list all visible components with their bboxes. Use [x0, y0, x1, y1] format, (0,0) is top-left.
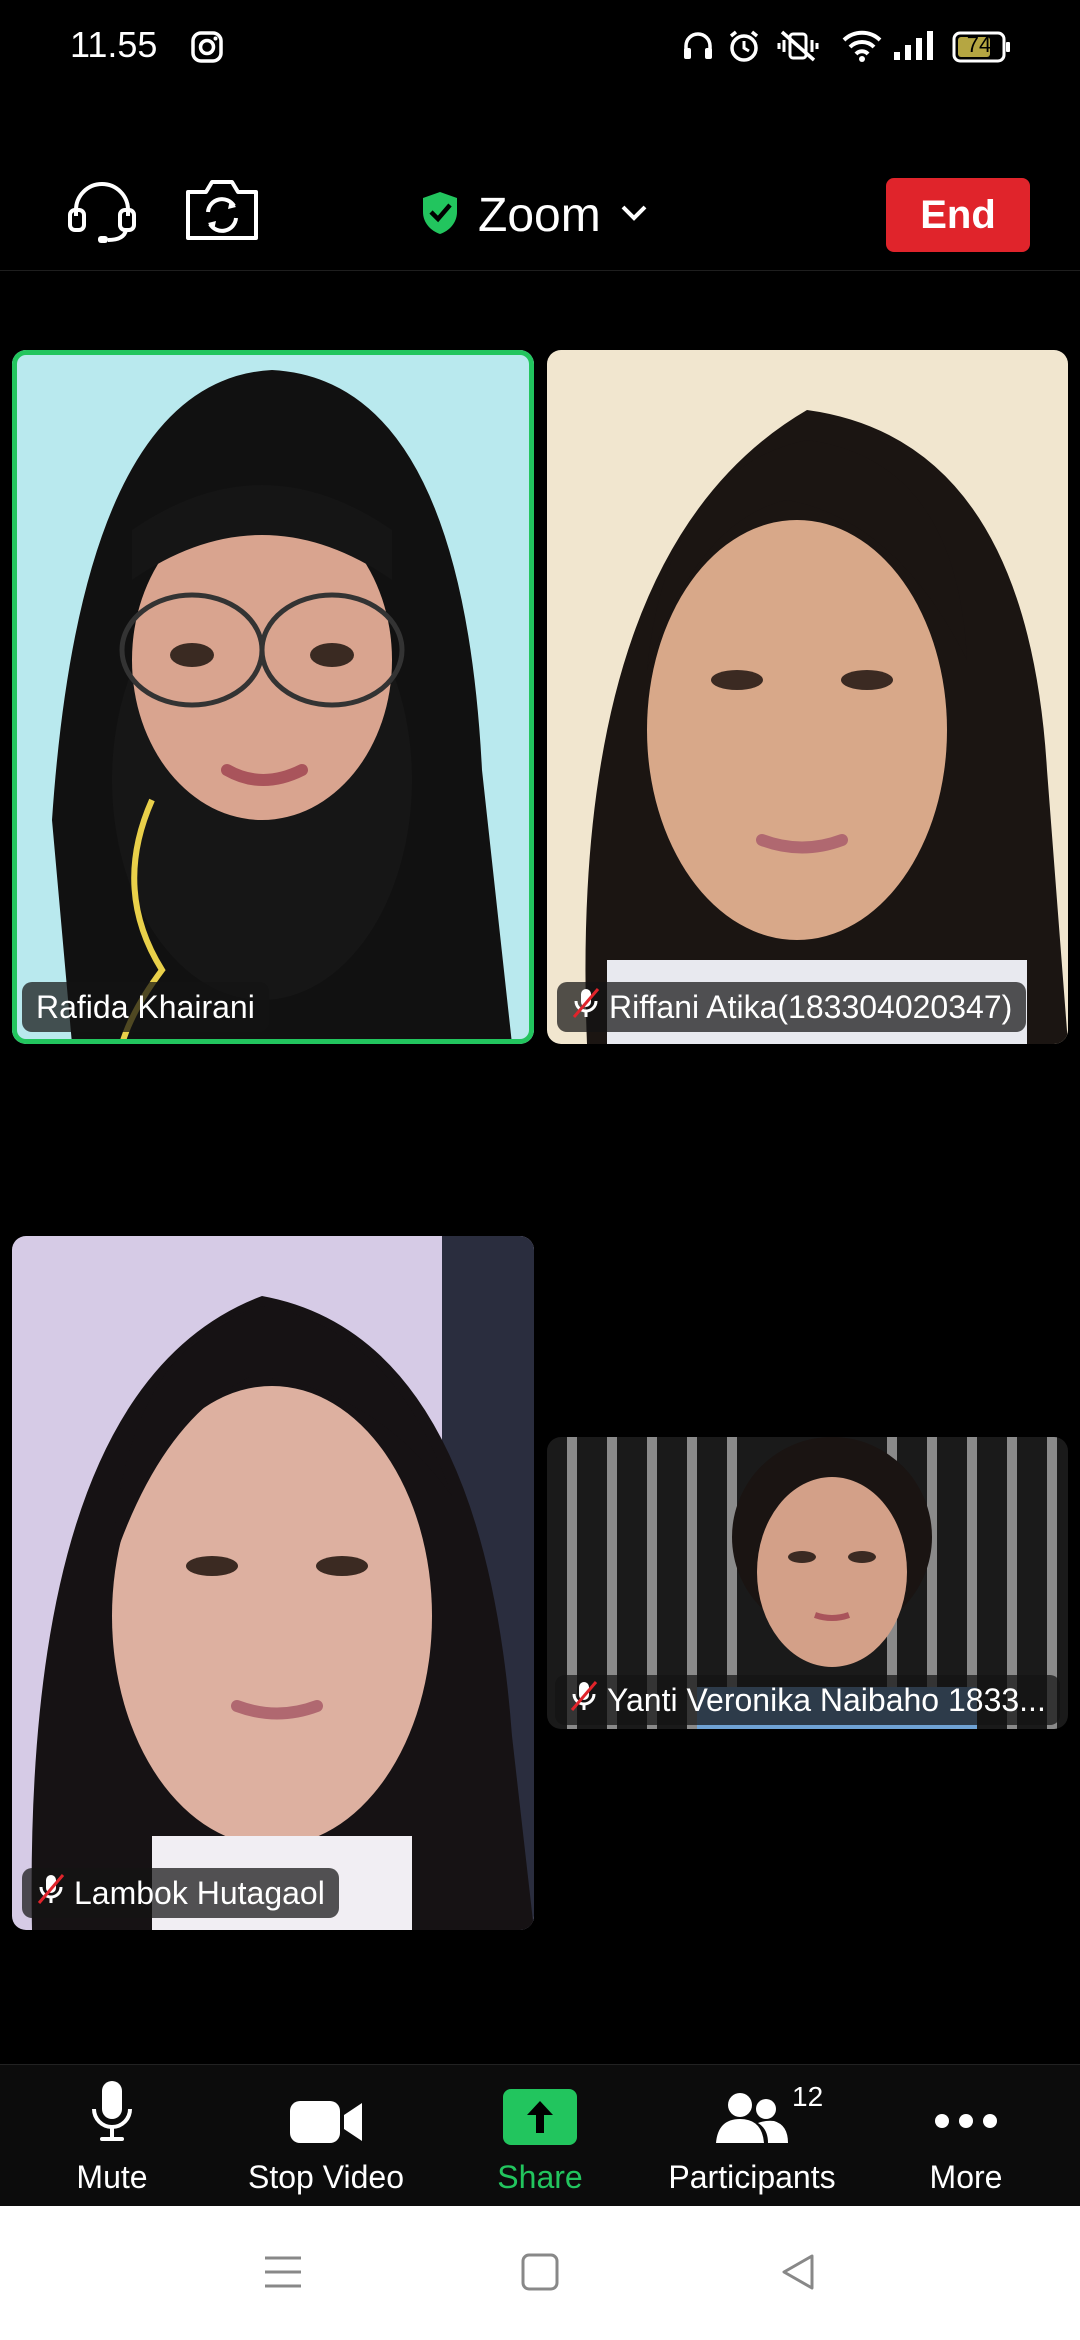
participants-count: 12 [792, 2081, 824, 2112]
name-tag: Riffani Atika(183304020347) [557, 982, 1027, 1032]
audio-switch-button[interactable] [66, 180, 138, 249]
name-tag: Rafida Khairani [22, 982, 269, 1032]
participants-label: Participants [668, 2159, 836, 2195]
battery-level: 74 [966, 32, 992, 57]
status-time: 11.55 [70, 24, 158, 65]
video-label: Stop Video [248, 2159, 404, 2195]
mic-muted-icon [569, 1679, 599, 1721]
switch-camera-button[interactable] [184, 178, 260, 247]
participant-video [12, 1236, 534, 1930]
shield-check-icon [420, 190, 460, 241]
participant-video [12, 350, 534, 1044]
back-triangle-icon[interactable] [778, 2252, 818, 2297]
headphones-icon [680, 28, 716, 69]
video-camera-icon [288, 2065, 364, 2145]
video-tile-lambok[interactable]: Lambok Hutagaol [12, 1236, 534, 1930]
video-tile-riffani[interactable]: Riffani Atika(183304020347) [547, 350, 1068, 1044]
more-label: More [929, 2159, 1003, 2195]
vibrate-off-icon [776, 28, 820, 69]
participant-video [547, 350, 1068, 1044]
alarm-icon [726, 28, 762, 69]
more-button[interactable]: More [866, 2065, 1066, 2207]
participants-icon [714, 2065, 790, 2145]
video-tile-yanti[interactable]: Yanti Veronika Naibaho 1833... [547, 1437, 1068, 1729]
mic-muted-icon [36, 1872, 66, 1914]
participant-name: Lambok Hutagaol [74, 1874, 325, 1911]
signal-icon [892, 28, 936, 69]
participant-name: Riffani Atika(183304020347) [609, 988, 1013, 1025]
end-meeting-button[interactable]: End [886, 178, 1030, 252]
headset-icon [66, 182, 138, 248]
microphone-icon [90, 2065, 134, 2145]
share-label: Share [497, 2159, 583, 2195]
name-tag: Lambok Hutagaol [22, 1868, 339, 1918]
name-tag: Yanti Veronika Naibaho 1833... [555, 1675, 1060, 1725]
more-dots-icon [933, 2065, 999, 2145]
instagram-icon [190, 30, 224, 69]
app-title: Zoom [478, 189, 601, 242]
mic-muted-icon [571, 986, 601, 1028]
menu-icon[interactable] [262, 2252, 304, 2297]
meeting-header: Zoom End [0, 150, 1080, 271]
mute-button[interactable]: Mute [12, 2065, 212, 2207]
participant-name: Rafida Khairani [36, 988, 255, 1025]
status-bar: 11.55 74 [0, 0, 1080, 100]
participant-name: Yanti Veronika Naibaho 1833... [607, 1681, 1046, 1718]
chevron-down-icon [619, 203, 649, 228]
system-nav-bar [0, 2206, 1080, 2340]
mute-label: Mute [76, 2159, 148, 2195]
share-button[interactable]: Share [440, 2065, 640, 2207]
stop-video-button[interactable]: Stop Video [226, 2065, 426, 2207]
video-tile-rafida[interactable]: Rafida Khairani [12, 350, 534, 1044]
home-square-icon[interactable] [520, 2252, 560, 2297]
camera-flip-icon [184, 180, 260, 246]
share-arrow-icon [503, 2065, 577, 2145]
meeting-toolbar: Mute Stop Video Share Participants 12 Mo… [0, 2064, 1080, 2207]
wifi-icon [840, 28, 884, 69]
meeting-title-dropdown[interactable]: Zoom [420, 188, 649, 243]
